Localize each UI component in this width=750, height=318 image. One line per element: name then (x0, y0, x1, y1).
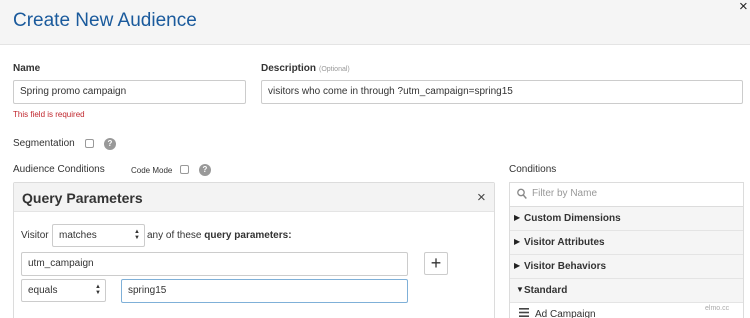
operator-select[interactable]: equals ▲ ▼ (21, 279, 106, 302)
audience-conditions-label: Audience Conditions (13, 164, 105, 175)
category-visitor-behaviors[interactable]: ▶ Visitor Behaviors (510, 255, 743, 279)
param-value-input[interactable]: spring15 (121, 279, 408, 303)
match-select-value: matches (59, 230, 97, 241)
segmentation-checkbox[interactable] (85, 139, 94, 148)
condition-item-label: Ad Campaign (535, 309, 596, 318)
filter-placeholder: Filter by Name (532, 188, 598, 199)
description-optional: (Optional) (319, 66, 350, 73)
query-parameters-header: Query Parameters × (14, 183, 494, 212)
category-label: Custom Dimensions (524, 213, 621, 224)
description-input[interactable]: visitors who come in through ?utm_campai… (261, 80, 743, 104)
expand-arrow-icon: ▶ (514, 213, 521, 222)
watermark: elmo.cc (705, 305, 730, 312)
category-custom-dimensions[interactable]: ▶ Custom Dimensions (510, 207, 743, 231)
code-mode-label: Code Mode (131, 166, 173, 175)
category-visitor-attributes[interactable]: ▶ Visitor Attributes (510, 231, 743, 255)
collapse-arrow-icon: ▼ (516, 285, 524, 294)
search-icon (517, 188, 527, 199)
description-label: Description (Optional) (261, 63, 350, 74)
match-select[interactable]: matches ▲ ▼ (52, 224, 145, 247)
add-parameter-button[interactable]: + (424, 252, 448, 275)
category-standard[interactable]: ▼ Standard (510, 279, 743, 303)
query-parameters-text: query parameters: (204, 230, 292, 241)
expand-arrow-icon: ▶ (514, 261, 521, 270)
category-label: Visitor Behaviors (524, 261, 607, 272)
list-icon (519, 308, 529, 317)
query-parameters-close-button[interactable]: × (477, 189, 486, 206)
expand-arrow-icon: ▶ (514, 237, 521, 246)
filter-input[interactable]: Filter by Name (510, 183, 743, 207)
operator-select-value: equals (28, 285, 58, 296)
name-error: This field is required (13, 110, 85, 119)
category-label: Visitor Attributes (524, 237, 605, 248)
conditions-label: Conditions (509, 164, 557, 175)
name-input[interactable]: Spring promo campaign (13, 80, 246, 104)
visitor-label: Visitor (21, 230, 49, 241)
select-arrows-icon: ▲ ▼ (95, 284, 101, 296)
query-parameters-title: Query Parameters (22, 190, 143, 206)
query-parameters-card: Query Parameters × Visitor matches ▲ ▼ an… (13, 182, 495, 318)
any-of-these-text: any of these (147, 230, 202, 241)
dialog-close-button[interactable]: × (739, 0, 748, 15)
dialog-title: Create New Audience (13, 10, 197, 31)
select-arrows-icon: ▲ ▼ (134, 229, 140, 241)
segmentation-label: Segmentation (13, 138, 75, 149)
category-label: Standard (524, 285, 568, 296)
conditions-panel: Filter by Name ▶ Custom Dimensions ▶ Vis… (509, 182, 744, 318)
name-label: Name (13, 63, 41, 74)
segmentation-help-icon[interactable]: ? (104, 138, 116, 150)
description-label-text: Description (261, 63, 317, 74)
code-mode-help-icon[interactable]: ? (199, 164, 211, 176)
code-mode-checkbox[interactable] (180, 165, 189, 174)
param-name-input[interactable]: utm_campaign (21, 252, 408, 276)
dialog-header: Create New Audience (0, 0, 750, 45)
query-params-sentence: any of these query parameters: (147, 230, 292, 241)
